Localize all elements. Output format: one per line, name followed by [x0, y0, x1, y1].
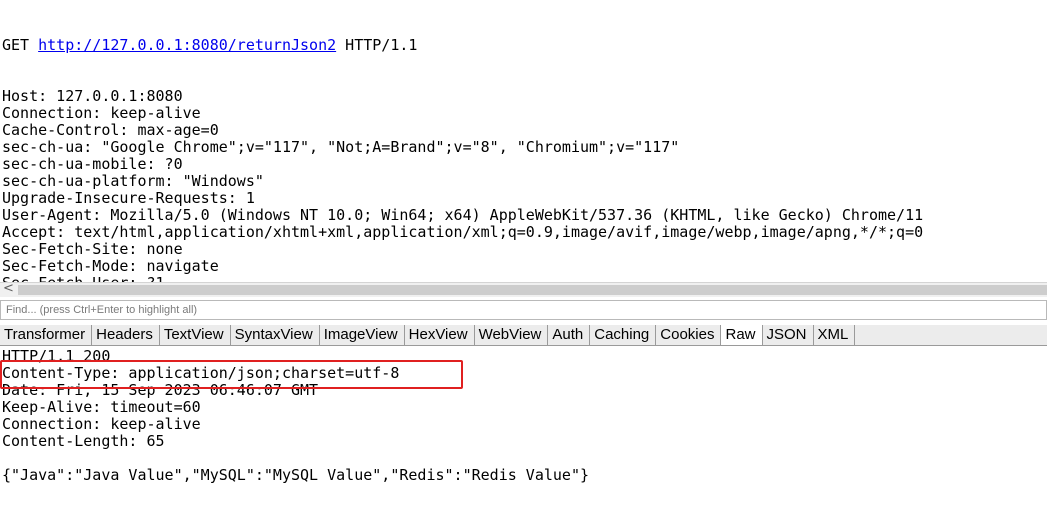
request-raw-pane[interactable]: GET http://127.0.0.1:8080/returnJson2 HT… [0, 0, 1047, 283]
tab-textview[interactable]: TextView [160, 325, 231, 345]
tab-cookies[interactable]: Cookies [656, 325, 722, 345]
tab-caching[interactable]: Caching [590, 325, 657, 345]
request-version: HTTP/1.1 [345, 36, 418, 54]
response-header-line: Keep-Alive: timeout=60 [2, 398, 201, 416]
find-placeholder: Find... (press Ctrl+Enter to highlight a… [6, 304, 198, 316]
request-header-line: sec-ch-ua-platform: "Windows" [2, 172, 264, 190]
response-header-line: Content-Type: application/json;charset=u… [2, 364, 400, 382]
tab-transformer[interactable]: Transformer [0, 325, 93, 345]
scroll-left-arrow-icon[interactable]: < [3, 281, 14, 296]
inspector-tabs: Transformer Headers TextView SyntaxView Imag… [0, 325, 1047, 346]
request-header-line: Host: 127.0.0.1:8080 [2, 87, 183, 105]
tab-hexview[interactable]: HexView [405, 325, 475, 345]
response-header-line: Date: Fri, 15 Sep 2023 06:46:07 GMT [2, 381, 319, 399]
request-header-line: Upgrade-Insecure-Requests: 1 [2, 189, 255, 207]
request-line: GET http://127.0.0.1:8080/returnJson2 HT… [2, 37, 923, 54]
tab-webview[interactable]: WebView [475, 325, 549, 345]
scrollbar-thumb[interactable] [18, 285, 1047, 295]
tab-json[interactable]: JSON [763, 325, 814, 345]
tab-xml[interactable]: XML [814, 325, 856, 345]
response-raw-pane[interactable]: HTTP/1.1 200 Content-Type: application/j… [0, 346, 1047, 525]
response-headers: Content-Type: application/json;charset=u… [2, 365, 589, 450]
request-header-line: Sec-Fetch-Site: none [2, 240, 183, 258]
request-method: GET [2, 36, 30, 54]
find-input[interactable]: Find... (press Ctrl+Enter to highlight a… [0, 300, 1047, 320]
request-header-line: User-Agent: Mozilla/5.0 (Windows NT 10.0… [2, 206, 924, 224]
tab-auth[interactable]: Auth [548, 325, 591, 345]
horizontal-scrollbar[interactable]: < [0, 281, 1047, 297]
tab-headers[interactable]: Headers [92, 325, 160, 345]
request-header-line: sec-ch-ua: "Google Chrome";v="117", "Not… [2, 138, 680, 156]
request-header-line: Sec-Fetch-User: ?1 [2, 275, 923, 283]
request-header-line: Connection: keep-alive [2, 104, 201, 122]
request-headers: Host: 127.0.0.1:8080 Connection: keep-ali… [2, 87, 924, 283]
request-header-line: Cache-Control: max-age=0 [2, 121, 219, 139]
request-header-line: Sec-Fetch-Mode: navigate [2, 257, 219, 275]
request-url-link[interactable]: http://127.0.0.1:8080/returnJson2 [38, 36, 336, 54]
tab-raw[interactable]: Raw [721, 325, 763, 345]
request-header-line: Accept: text/html,application/xhtml+xml,… [2, 223, 924, 241]
response-status-line: HTTP/1.1 200 [2, 347, 111, 365]
request-header-line: sec-ch-ua-mobile: ?0 [2, 155, 183, 173]
tab-syntaxview[interactable]: SyntaxView [231, 325, 320, 345]
response-header-line: Connection: keep-alive [2, 415, 201, 433]
tab-imageview[interactable]: ImageView [320, 325, 405, 345]
response-body: {"Java":"Java Value","MySQL":"MySQL Valu… [2, 466, 589, 484]
response-header-line: Content-Length: 65 [2, 432, 165, 450]
